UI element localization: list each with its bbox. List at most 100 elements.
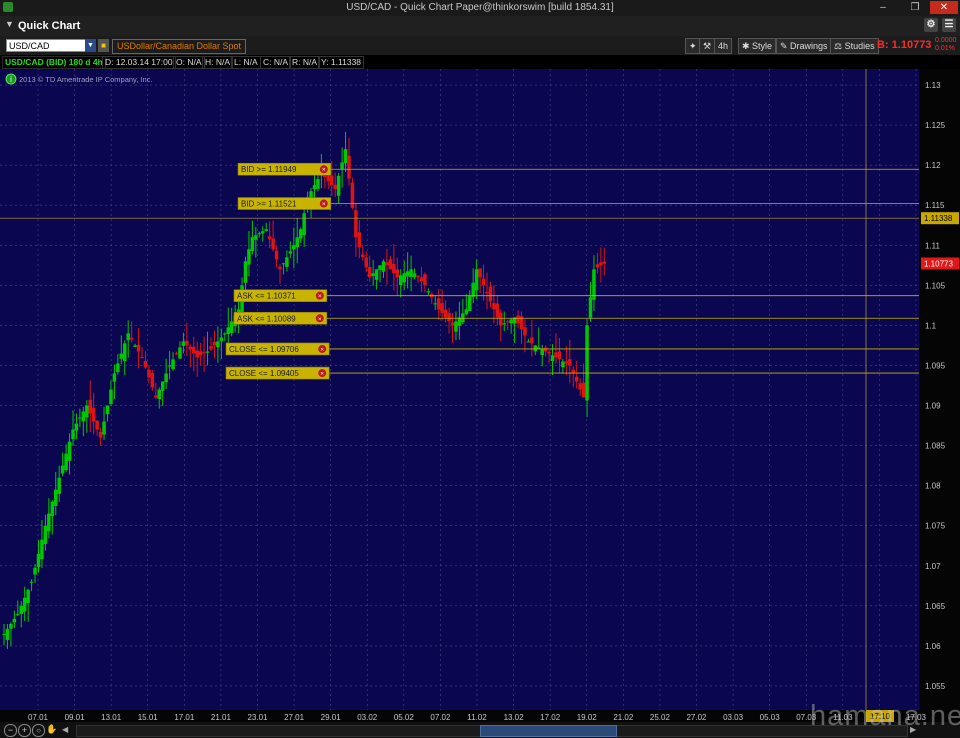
candle-body bbox=[71, 429, 75, 440]
candle-body bbox=[243, 261, 248, 283]
candle-body bbox=[36, 553, 41, 567]
link-icon[interactable]: ■ bbox=[98, 39, 109, 52]
candle-body bbox=[288, 251, 293, 254]
candle-body bbox=[312, 185, 317, 190]
style-button[interactable]: ✱ Style bbox=[738, 38, 777, 54]
candle-body bbox=[50, 501, 55, 517]
candle-body bbox=[257, 233, 262, 235]
y-tick-label: 1.105 bbox=[925, 281, 946, 290]
candle-body bbox=[485, 292, 489, 294]
style-icon: ✱ bbox=[742, 41, 753, 51]
candle-body bbox=[505, 321, 510, 323]
candle-body bbox=[57, 477, 61, 494]
candle-body bbox=[392, 263, 396, 274]
candle-body bbox=[578, 383, 582, 390]
y-tick-label: 1.06 bbox=[925, 642, 941, 651]
candle-body bbox=[167, 365, 172, 367]
candle-body bbox=[454, 321, 458, 332]
studies-label: Studies bbox=[844, 41, 875, 51]
candle-body bbox=[174, 353, 179, 355]
menu-icon[interactable]: ☰ bbox=[942, 18, 956, 32]
candle-body bbox=[574, 376, 579, 382]
aggregation-button[interactable]: 4h bbox=[714, 38, 733, 54]
candle-body bbox=[350, 182, 355, 208]
zoom-fit-icon[interactable]: ○ bbox=[32, 724, 45, 737]
candle-body bbox=[495, 303, 500, 318]
candle-body bbox=[178, 347, 182, 359]
candle-body bbox=[261, 231, 265, 234]
alert-remove-glyph: × bbox=[318, 293, 322, 300]
candle-body bbox=[22, 597, 27, 612]
candle-body bbox=[316, 179, 320, 189]
candle-body bbox=[229, 321, 234, 333]
candle-body bbox=[98, 431, 103, 438]
candle-body bbox=[361, 254, 365, 258]
candle-body bbox=[188, 346, 193, 350]
candle-body bbox=[405, 271, 410, 277]
candle-body bbox=[557, 351, 562, 360]
candle-body bbox=[343, 149, 348, 164]
candle-body bbox=[219, 337, 224, 342]
studies-button[interactable]: ⚖ Studies bbox=[830, 38, 879, 54]
candle-body bbox=[333, 184, 337, 190]
y-tick-label: 1.13 bbox=[925, 81, 941, 90]
y-tick-label: 1.115 bbox=[925, 201, 945, 210]
candle-body bbox=[85, 405, 89, 418]
scrollbar-thumb[interactable] bbox=[480, 725, 617, 737]
candle-body bbox=[481, 278, 486, 286]
minimize-button[interactable]: – bbox=[872, 1, 894, 14]
x-tick-label: 11.02 bbox=[467, 713, 487, 722]
candle-body bbox=[278, 266, 282, 270]
alert-tag-label: ASK <= 1.10089 bbox=[237, 314, 296, 323]
zoom-out-icon[interactable]: − bbox=[4, 724, 17, 737]
candle-body bbox=[464, 309, 469, 315]
data-box: USD/CAD (BID) 180 d 4h D: 12.03.14 17:00… bbox=[0, 55, 960, 69]
flask-icon: ⚖ bbox=[834, 41, 845, 51]
candle-body bbox=[171, 359, 175, 370]
x-tick-label: 13.02 bbox=[504, 713, 525, 722]
high-field: H: N/A bbox=[202, 56, 234, 69]
y-field: Y: 1.11338 bbox=[318, 56, 365, 69]
maximize-button[interactable]: ❐ bbox=[904, 1, 926, 14]
scroll-left-icon[interactable]: ◀ bbox=[62, 724, 72, 735]
candle-body bbox=[88, 399, 92, 414]
alert-tag-label: CLOSE <= 1.09706 bbox=[229, 345, 299, 354]
pan-hand-icon[interactable]: ✋ bbox=[46, 724, 57, 735]
wrench-icon[interactable]: ⚒ bbox=[699, 38, 716, 54]
panel-title: Quick Chart bbox=[18, 20, 81, 32]
alert-remove-glyph: × bbox=[318, 316, 322, 323]
zoom-in-icon[interactable]: + bbox=[18, 724, 31, 737]
candle-body bbox=[54, 489, 58, 506]
candle-body bbox=[136, 344, 141, 352]
candle-body bbox=[150, 372, 155, 388]
candle-body bbox=[209, 346, 213, 350]
candle-body bbox=[581, 382, 586, 398]
candle-body bbox=[109, 389, 113, 405]
y-tick-label: 1.1 bbox=[925, 321, 937, 330]
candle-body bbox=[154, 395, 158, 398]
collapse-icon[interactable]: ▼ bbox=[5, 19, 14, 29]
candle-body bbox=[385, 262, 389, 266]
candle-body bbox=[543, 347, 548, 352]
price-chart[interactable]: BID >= 1.11949 × BID >= 1.11521 × ASK <= 1.1… bbox=[0, 69, 960, 722]
x-tick-label: 29.01 bbox=[321, 713, 342, 722]
candle-body bbox=[298, 229, 303, 239]
close-button[interactable]: ✕ bbox=[930, 1, 958, 14]
y-tick-label: 1.065 bbox=[925, 602, 946, 611]
candle-body bbox=[599, 262, 603, 266]
candle-body bbox=[526, 341, 531, 343]
candle-body bbox=[354, 210, 358, 238]
candle-body bbox=[302, 213, 306, 236]
candle-body bbox=[264, 229, 268, 232]
drawings-button[interactable]: ✎ Drawings bbox=[776, 38, 832, 54]
settings-icon[interactable]: ⚙ bbox=[924, 18, 938, 32]
x-tick-label: 17.02 bbox=[540, 713, 561, 722]
candle-body bbox=[388, 259, 393, 270]
symbol-dropdown-icon[interactable]: ▼ bbox=[85, 39, 96, 52]
candle-body bbox=[502, 323, 506, 325]
x-tick-label: 03.02 bbox=[357, 713, 378, 722]
symbol-input[interactable] bbox=[6, 39, 86, 52]
candle-body bbox=[585, 325, 589, 401]
y-tick-label: 1.055 bbox=[925, 682, 946, 691]
y-tick-label: 1.075 bbox=[925, 522, 946, 531]
